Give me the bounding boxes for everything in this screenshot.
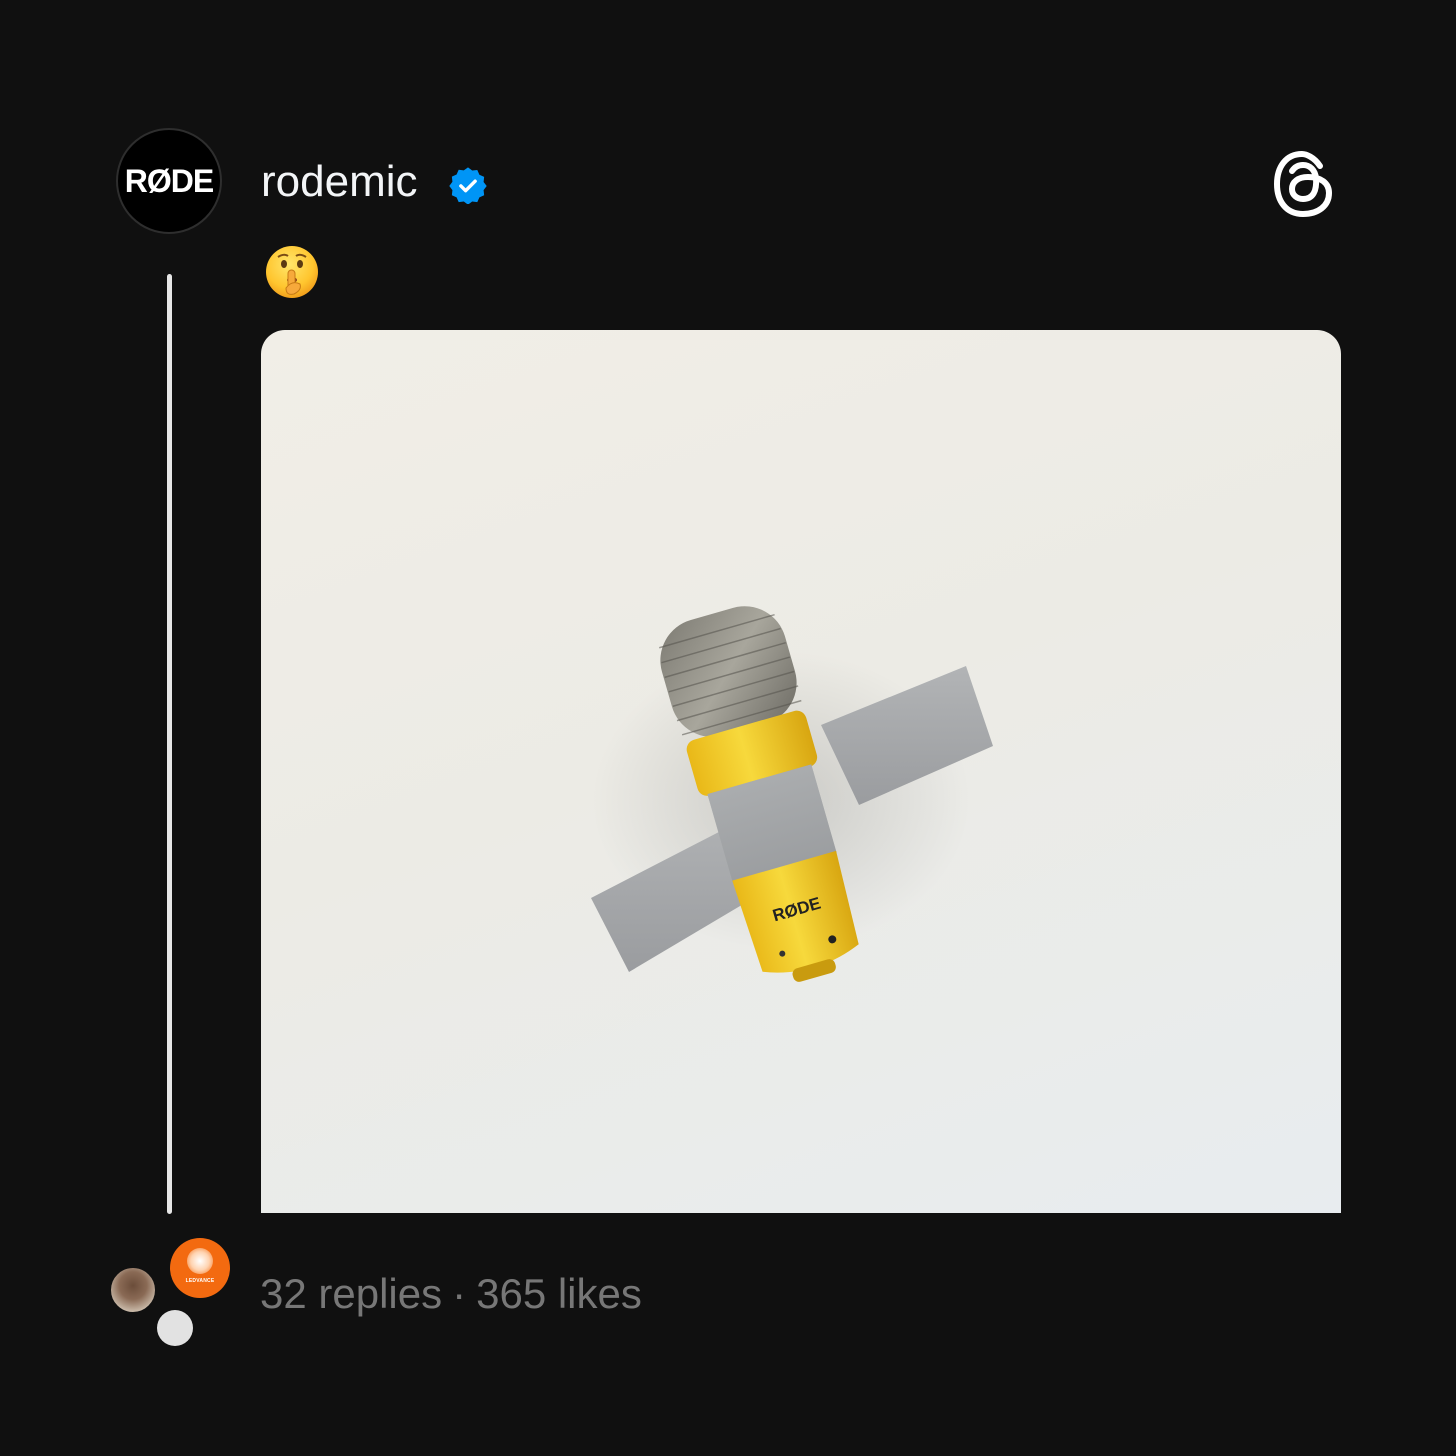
reply-avatar-user[interactable] xyxy=(109,1266,157,1314)
post-stats: 32 replies · 365 likes xyxy=(260,1268,642,1320)
microphone-taped-to-wall-image: RØDE xyxy=(591,606,993,982)
author-username[interactable]: rodemic xyxy=(261,154,418,210)
reply-avatar-ledvance[interactable]: LEDVANCE xyxy=(170,1238,230,1298)
ledvance-logo-icon xyxy=(187,1248,213,1274)
threads-logo-icon[interactable] xyxy=(1272,150,1336,218)
ledvance-label: LEDVANCE xyxy=(185,1278,215,1284)
shushing-face-emoji xyxy=(266,246,318,298)
post-author-avatar[interactable]: RØDE xyxy=(116,128,222,234)
stats-separator: · xyxy=(452,1270,467,1317)
replies-count[interactable]: 32 replies xyxy=(260,1270,442,1317)
reply-avatar-gray[interactable] xyxy=(157,1310,193,1346)
post-image[interactable]: RØDE xyxy=(261,330,1341,1213)
thread-line xyxy=(167,274,172,1214)
verified-badge-icon xyxy=(449,167,487,204)
rode-logo: RØDE xyxy=(124,162,214,199)
likes-count[interactable]: 365 likes xyxy=(476,1270,642,1317)
